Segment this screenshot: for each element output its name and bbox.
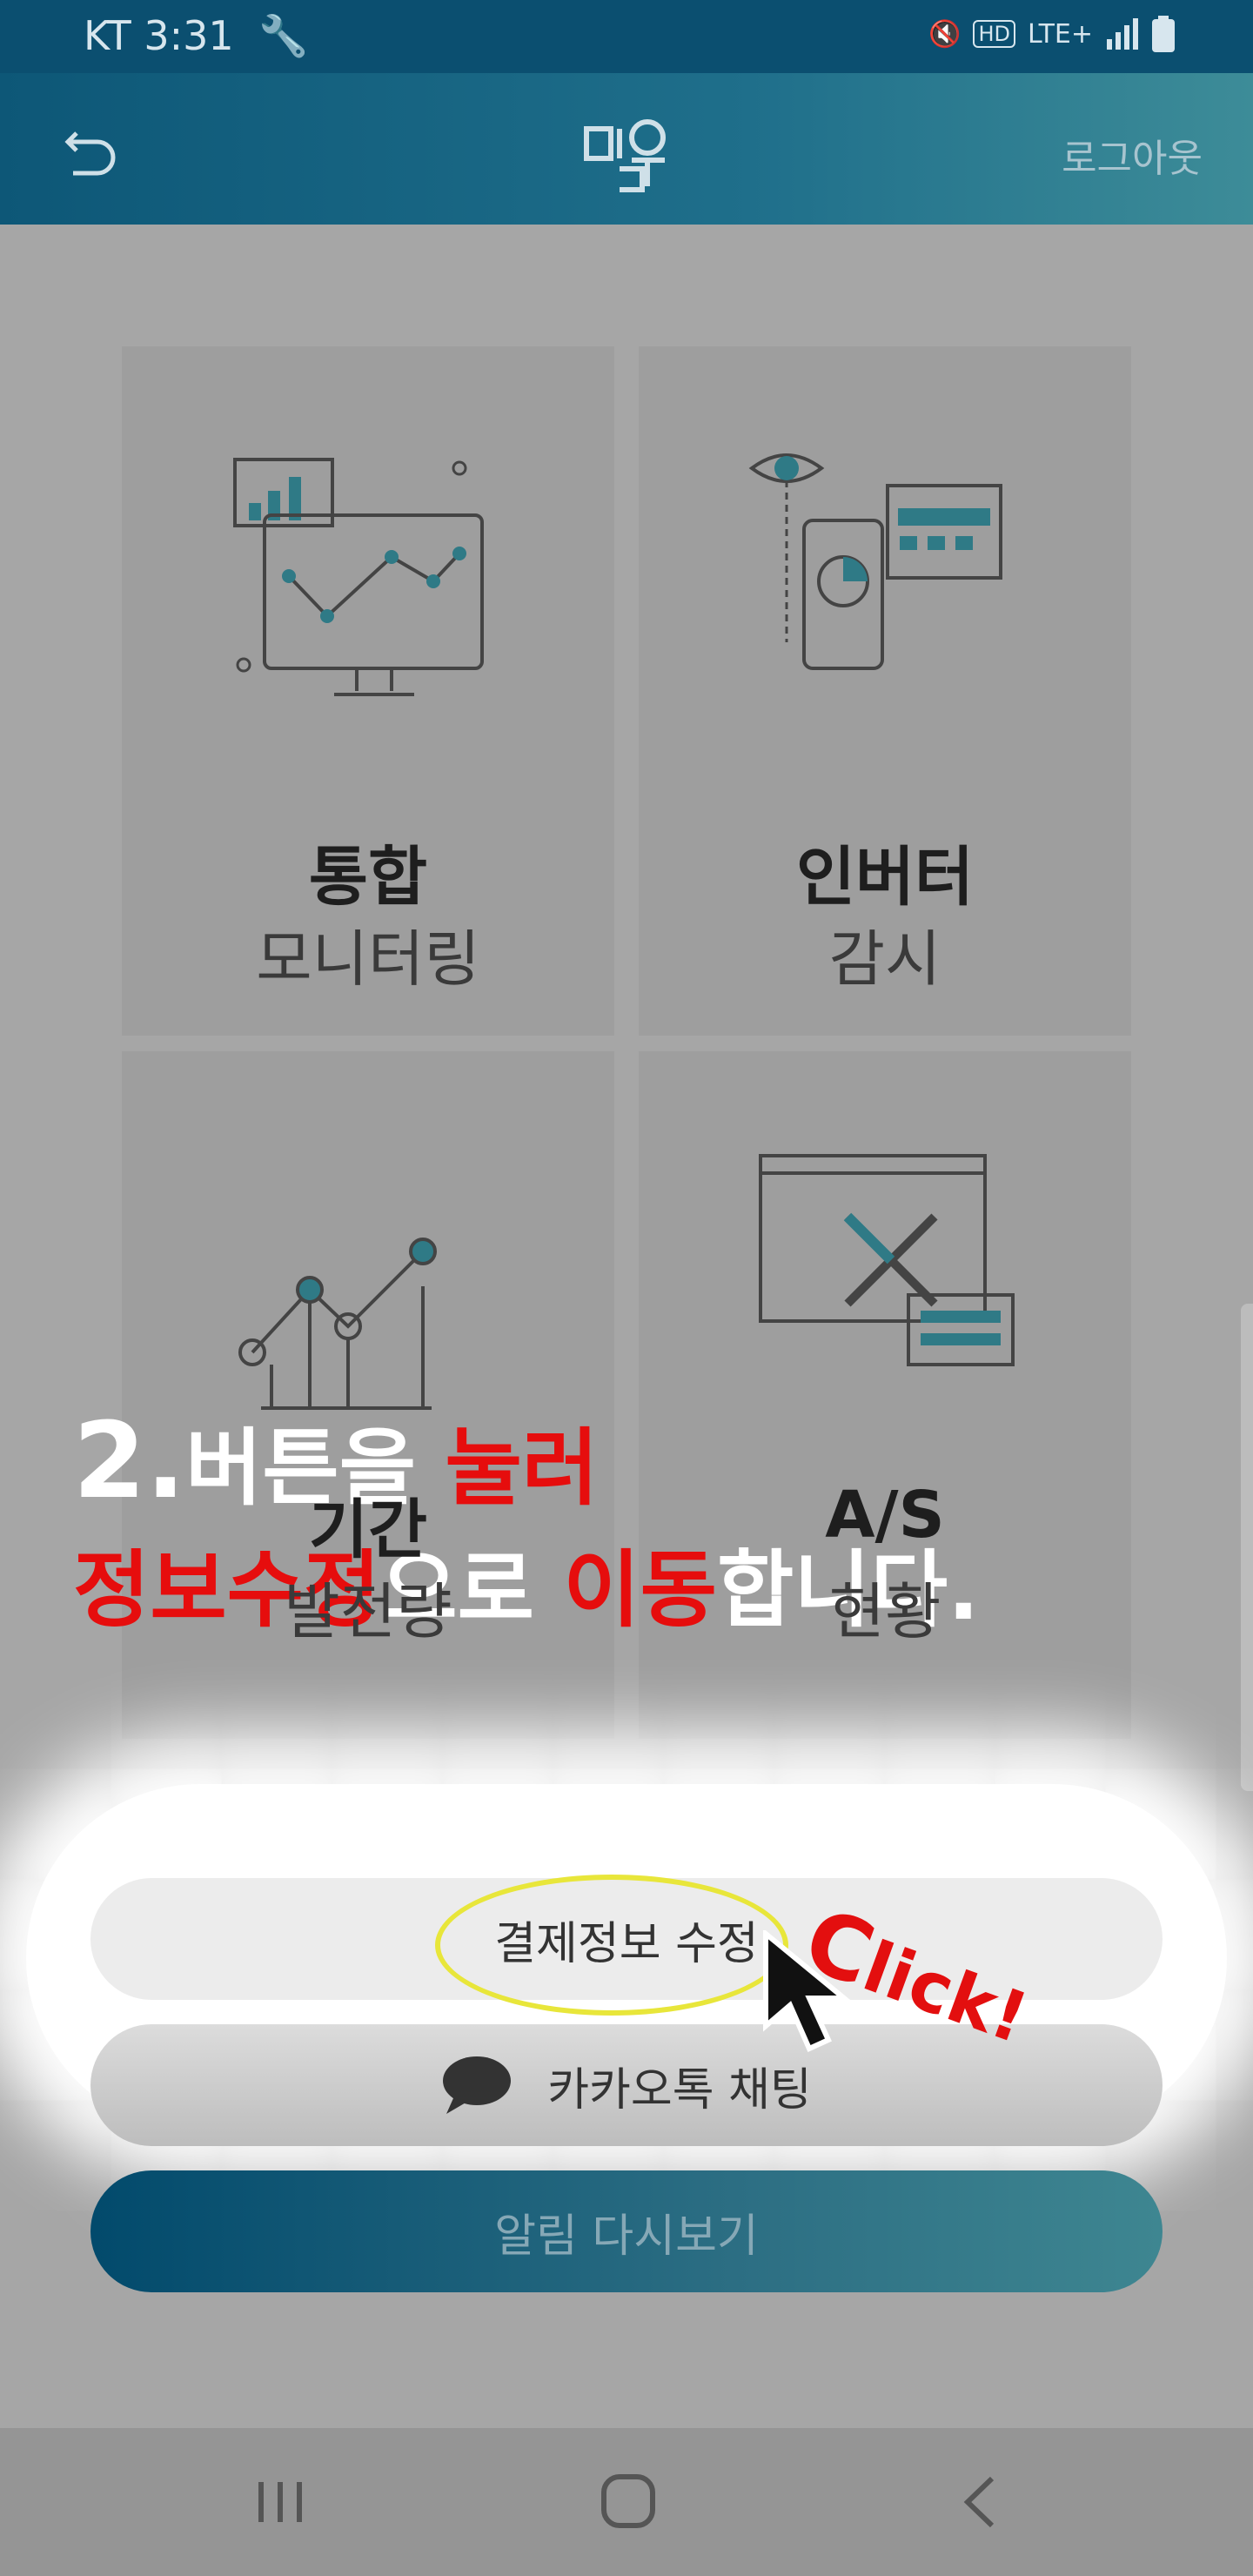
- status-time: KT 3:31 🔧: [84, 12, 309, 60]
- back-icon[interactable]: [61, 121, 122, 182]
- system-nav-bar: [0, 2428, 1253, 2576]
- signal-icon: [1107, 18, 1138, 50]
- battery-icon: [1152, 16, 1175, 52]
- speech-bubble-icon: [443, 2056, 512, 2114]
- network-label: LTE+: [1028, 18, 1093, 50]
- carrier-time: KT 3:31: [84, 12, 234, 59]
- wrench-icon: 🔧: [258, 12, 309, 59]
- status-bar: KT 3:31 🔧 🔇 HD LTE+: [0, 0, 1253, 73]
- tile-title: 통합: [308, 840, 428, 915]
- scroll-handle[interactable]: [1241, 1304, 1253, 1791]
- notification-replay-button[interactable]: 알림 다시보기: [90, 2170, 1163, 2292]
- hd-badge: HD: [973, 20, 1015, 48]
- back-nav-icon[interactable]: [945, 2472, 1015, 2532]
- tile-inverter-monitoring[interactable]: 인버터 감시: [639, 346, 1131, 1036]
- app-bar: 로그아웃: [0, 73, 1253, 225]
- home-icon[interactable]: [593, 2472, 663, 2532]
- status-icons: 🔇 HD LTE+: [928, 16, 1175, 52]
- logout-button[interactable]: 로그아웃: [1062, 127, 1203, 183]
- tile-title: 기간: [308, 1493, 428, 1567]
- mute-icon: 🔇: [928, 18, 962, 50]
- tile-subtitle: 모니터링: [256, 923, 480, 995]
- notification-replay-label: 알림 다시보기: [494, 2210, 759, 2263]
- line-graph-icon: [238, 1238, 437, 1410]
- tile-subtitle: 감시: [828, 923, 941, 995]
- tile-subtitle: 현황: [828, 1576, 941, 1647]
- tile-subtitle: 발전량: [284, 1576, 452, 1647]
- app-logo-icon: [584, 119, 666, 192]
- tools-window-icon: [759, 1154, 1015, 1366]
- recent-apps-icon[interactable]: [245, 2472, 315, 2532]
- monitor-chart-icon: [233, 458, 484, 696]
- tile-title: A/S: [825, 1478, 945, 1553]
- tile-title: 인버터: [795, 840, 975, 915]
- tile-integrated-monitoring[interactable]: 통합 모니터링: [122, 346, 614, 1036]
- eye-devices-icon: [748, 453, 1002, 670]
- highlight-ellipse: [435, 1875, 788, 2016]
